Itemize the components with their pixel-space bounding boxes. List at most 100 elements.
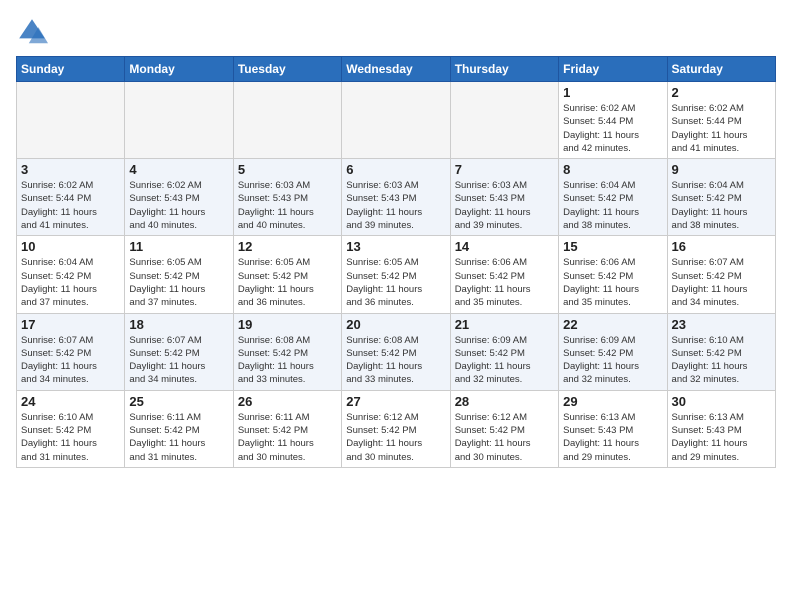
day-info: Sunrise: 6:04 AM Sunset: 5:42 PM Dayligh… bbox=[21, 256, 120, 309]
day-info: Sunrise: 6:07 AM Sunset: 5:42 PM Dayligh… bbox=[672, 256, 771, 309]
day-info: Sunrise: 6:02 AM Sunset: 5:44 PM Dayligh… bbox=[21, 179, 120, 232]
calendar-cell: 18 Sunrise: 6:07 AM Sunset: 5:42 PM Dayli… bbox=[125, 313, 233, 390]
calendar-cell: 30 Sunrise: 6:13 AM Sunset: 5:43 PM Dayli… bbox=[667, 390, 775, 467]
day-number: 12 bbox=[238, 239, 337, 254]
calendar-cell: 19Sunrise: 6:08 AM Sunset: 5:42 PM Dayli… bbox=[233, 313, 341, 390]
day-number: 1 bbox=[563, 85, 662, 100]
day-info: Sunrise: 6:02 AM Sunset: 5:43 PM Dayligh… bbox=[129, 179, 228, 232]
calendar-week-row: 17 Sunrise: 6:07 AM Sunset: 5:42 PM Dayli… bbox=[17, 313, 776, 390]
calendar-cell: 7Sunrise: 6:03 AM Sunset: 5:43 PM Daylig… bbox=[450, 159, 558, 236]
calendar-cell: 26 Sunrise: 6:11 AM Sunset: 5:42 PM Dayli… bbox=[233, 390, 341, 467]
day-number: 19 bbox=[238, 317, 337, 332]
calendar-cell: 21 Sunrise: 6:09 AM Sunset: 5:42 PM Dayli… bbox=[450, 313, 558, 390]
day-info: Sunrise: 6:02 AM Sunset: 5:44 PM Dayligh… bbox=[563, 102, 662, 155]
day-info: Sunrise: 6:09 AM Sunset: 5:42 PM Dayligh… bbox=[563, 334, 662, 387]
calendar-week-row: 1 Sunrise: 6:02 AM Sunset: 5:44 PM Daylig… bbox=[17, 82, 776, 159]
day-number: 16 bbox=[672, 239, 771, 254]
day-info: Sunrise: 6:03 AM Sunset: 5:43 PM Dayligh… bbox=[238, 179, 337, 232]
calendar-cell: 12 Sunrise: 6:05 AM Sunset: 5:42 PM Dayli… bbox=[233, 236, 341, 313]
day-number: 5 bbox=[238, 162, 337, 177]
day-info: Sunrise: 6:10 AM Sunset: 5:42 PM Dayligh… bbox=[21, 411, 120, 464]
calendar-cell: 25Sunrise: 6:11 AM Sunset: 5:42 PM Dayli… bbox=[125, 390, 233, 467]
calendar-cell: 1 Sunrise: 6:02 AM Sunset: 5:44 PM Daylig… bbox=[559, 82, 667, 159]
calendar-header-row: SundayMondayTuesdayWednesdayThursdayFrid… bbox=[17, 57, 776, 82]
calendar-cell: 2Sunrise: 6:02 AM Sunset: 5:44 PM Daylig… bbox=[667, 82, 775, 159]
calendar-container: SundayMondayTuesdayWednesdayThursdayFrid… bbox=[0, 0, 792, 478]
calendar-week-row: 10 Sunrise: 6:04 AM Sunset: 5:42 PM Dayli… bbox=[17, 236, 776, 313]
day-info: Sunrise: 6:06 AM Sunset: 5:42 PM Dayligh… bbox=[563, 256, 662, 309]
day-number: 21 bbox=[455, 317, 554, 332]
day-number: 11 bbox=[129, 239, 228, 254]
day-info: Sunrise: 6:05 AM Sunset: 5:42 PM Dayligh… bbox=[238, 256, 337, 309]
calendar-cell: 14Sunrise: 6:06 AM Sunset: 5:42 PM Dayli… bbox=[450, 236, 558, 313]
calendar-cell: 22 Sunrise: 6:09 AM Sunset: 5:42 PM Dayli… bbox=[559, 313, 667, 390]
calendar-day-header: Thursday bbox=[450, 57, 558, 82]
day-number: 20 bbox=[346, 317, 445, 332]
day-number: 8 bbox=[563, 162, 662, 177]
day-info: Sunrise: 6:10 AM Sunset: 5:42 PM Dayligh… bbox=[672, 334, 771, 387]
calendar-table: SundayMondayTuesdayWednesdayThursdayFrid… bbox=[16, 56, 776, 468]
calendar-cell: 8 Sunrise: 6:04 AM Sunset: 5:42 PM Daylig… bbox=[559, 159, 667, 236]
day-info: Sunrise: 6:11 AM Sunset: 5:42 PM Dayligh… bbox=[238, 411, 337, 464]
day-number: 30 bbox=[672, 394, 771, 409]
day-number: 2 bbox=[672, 85, 771, 100]
day-info: Sunrise: 6:12 AM Sunset: 5:42 PM Dayligh… bbox=[455, 411, 554, 464]
day-info: Sunrise: 6:12 AM Sunset: 5:42 PM Dayligh… bbox=[346, 411, 445, 464]
day-info: Sunrise: 6:08 AM Sunset: 5:42 PM Dayligh… bbox=[346, 334, 445, 387]
day-number: 29 bbox=[563, 394, 662, 409]
logo bbox=[16, 16, 52, 48]
calendar-day-header: Tuesday bbox=[233, 57, 341, 82]
calendar-cell: 29 Sunrise: 6:13 AM Sunset: 5:43 PM Dayli… bbox=[559, 390, 667, 467]
day-number: 15 bbox=[563, 239, 662, 254]
day-number: 7 bbox=[455, 162, 554, 177]
calendar-cell bbox=[125, 82, 233, 159]
header bbox=[16, 16, 776, 48]
day-info: Sunrise: 6:13 AM Sunset: 5:43 PM Dayligh… bbox=[672, 411, 771, 464]
calendar-cell bbox=[450, 82, 558, 159]
day-number: 10 bbox=[21, 239, 120, 254]
calendar-day-header: Wednesday bbox=[342, 57, 450, 82]
calendar-cell: 28 Sunrise: 6:12 AM Sunset: 5:42 PM Dayli… bbox=[450, 390, 558, 467]
day-number: 24 bbox=[21, 394, 120, 409]
day-number: 22 bbox=[563, 317, 662, 332]
calendar-cell bbox=[342, 82, 450, 159]
day-number: 6 bbox=[346, 162, 445, 177]
day-info: Sunrise: 6:11 AM Sunset: 5:42 PM Dayligh… bbox=[129, 411, 228, 464]
calendar-cell: 17 Sunrise: 6:07 AM Sunset: 5:42 PM Dayli… bbox=[17, 313, 125, 390]
day-number: 23 bbox=[672, 317, 771, 332]
calendar-cell: 23 Sunrise: 6:10 AM Sunset: 5:42 PM Dayli… bbox=[667, 313, 775, 390]
calendar-cell: 6 Sunrise: 6:03 AM Sunset: 5:43 PM Daylig… bbox=[342, 159, 450, 236]
calendar-cell: 4 Sunrise: 6:02 AM Sunset: 5:43 PM Daylig… bbox=[125, 159, 233, 236]
day-number: 9 bbox=[672, 162, 771, 177]
day-number: 4 bbox=[129, 162, 228, 177]
calendar-cell bbox=[233, 82, 341, 159]
day-info: Sunrise: 6:05 AM Sunset: 5:42 PM Dayligh… bbox=[346, 256, 445, 309]
calendar-day-header: Friday bbox=[559, 57, 667, 82]
calendar-day-header: Monday bbox=[125, 57, 233, 82]
day-info: Sunrise: 6:03 AM Sunset: 5:43 PM Dayligh… bbox=[346, 179, 445, 232]
calendar-cell: 20 Sunrise: 6:08 AM Sunset: 5:42 PM Dayli… bbox=[342, 313, 450, 390]
day-info: Sunrise: 6:09 AM Sunset: 5:42 PM Dayligh… bbox=[455, 334, 554, 387]
calendar-week-row: 24 Sunrise: 6:10 AM Sunset: 5:42 PM Dayli… bbox=[17, 390, 776, 467]
day-number: 26 bbox=[238, 394, 337, 409]
day-number: 28 bbox=[455, 394, 554, 409]
day-info: Sunrise: 6:04 AM Sunset: 5:42 PM Dayligh… bbox=[563, 179, 662, 232]
calendar-cell: 11 Sunrise: 6:05 AM Sunset: 5:42 PM Dayli… bbox=[125, 236, 233, 313]
calendar-cell: 24 Sunrise: 6:10 AM Sunset: 5:42 PM Dayli… bbox=[17, 390, 125, 467]
day-number: 13 bbox=[346, 239, 445, 254]
calendar-cell: 13 Sunrise: 6:05 AM Sunset: 5:42 PM Dayli… bbox=[342, 236, 450, 313]
day-info: Sunrise: 6:13 AM Sunset: 5:43 PM Dayligh… bbox=[563, 411, 662, 464]
logo-icon bbox=[16, 16, 48, 48]
calendar-cell: 10 Sunrise: 6:04 AM Sunset: 5:42 PM Dayli… bbox=[17, 236, 125, 313]
day-number: 18 bbox=[129, 317, 228, 332]
day-number: 3 bbox=[21, 162, 120, 177]
day-number: 17 bbox=[21, 317, 120, 332]
calendar-cell: 15 Sunrise: 6:06 AM Sunset: 5:42 PM Dayli… bbox=[559, 236, 667, 313]
day-info: Sunrise: 6:07 AM Sunset: 5:42 PM Dayligh… bbox=[129, 334, 228, 387]
calendar-cell: 3 Sunrise: 6:02 AM Sunset: 5:44 PM Daylig… bbox=[17, 159, 125, 236]
calendar-cell: 27 Sunrise: 6:12 AM Sunset: 5:42 PM Dayli… bbox=[342, 390, 450, 467]
day-info: Sunrise: 6:05 AM Sunset: 5:42 PM Dayligh… bbox=[129, 256, 228, 309]
calendar-cell: 16 Sunrise: 6:07 AM Sunset: 5:42 PM Dayli… bbox=[667, 236, 775, 313]
day-info: Sunrise: 6:07 AM Sunset: 5:42 PM Dayligh… bbox=[21, 334, 120, 387]
day-number: 27 bbox=[346, 394, 445, 409]
